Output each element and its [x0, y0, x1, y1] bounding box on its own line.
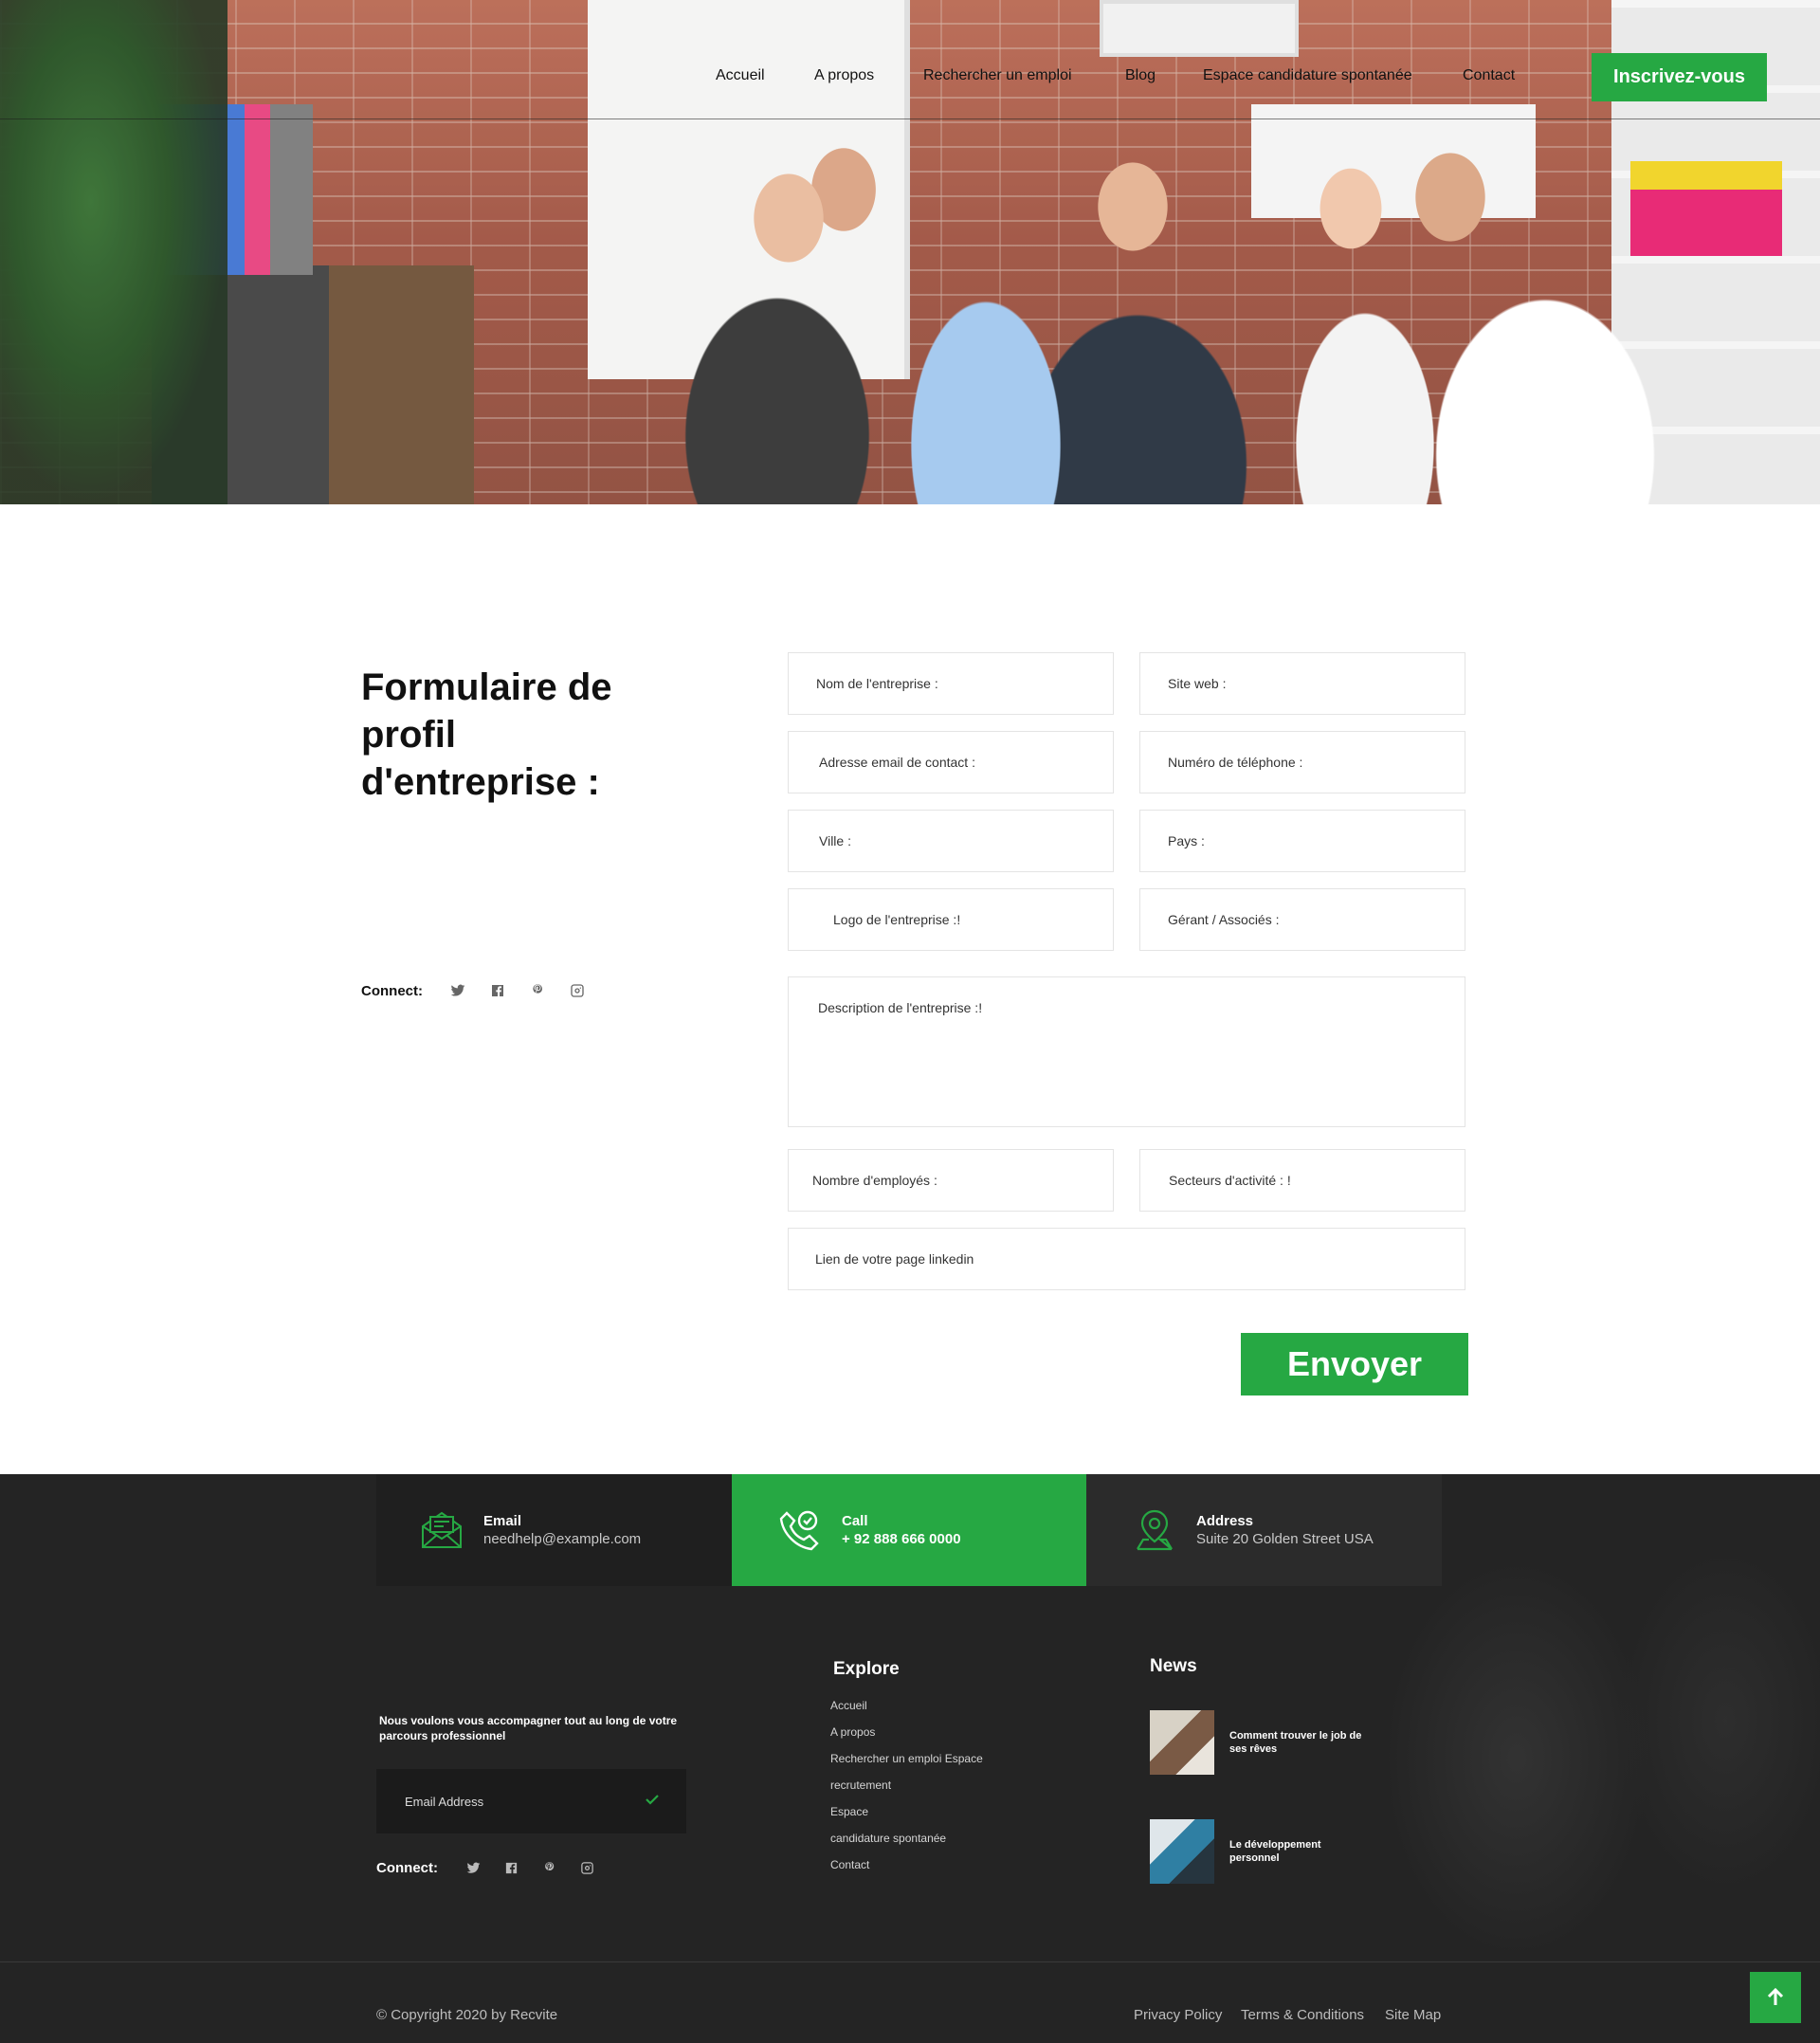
city-placeholder: Ville : — [819, 833, 851, 848]
explore-links: Accueil A propos Rechercher un emploi Es… — [830, 1697, 1039, 1883]
twitter-icon[interactable] — [463, 1858, 483, 1877]
footer-connect-label: Connect: — [376, 1859, 438, 1876]
website-field[interactable]: Site web : — [1139, 652, 1465, 715]
footer-tagline: Nous voulons vous accompagner tout au lo… — [379, 1714, 678, 1742]
employees-field[interactable]: Nombre d'employés : — [788, 1149, 1114, 1212]
city-field[interactable]: Ville : — [788, 810, 1114, 872]
contact-email-placeholder: Adresse email de contact : — [819, 755, 975, 770]
country-placeholder: Pays : — [1168, 833, 1205, 848]
connect-label: Connect: — [361, 982, 423, 999]
page-title: Formulaire de profil d'entreprise : — [361, 666, 612, 803]
nav-item-accueil[interactable]: Accueil — [716, 67, 765, 84]
news-headline[interactable]: Comment trouver le job de ses rêves — [1229, 1729, 1362, 1756]
contact-email-field[interactable]: Adresse email de contact : — [788, 731, 1114, 793]
news-headline[interactable]: Le développement personnel — [1229, 1838, 1362, 1865]
footer-divider — [0, 1961, 1820, 1962]
contact-address-title: Address — [1196, 1512, 1254, 1529]
explore-link-rechercher[interactable]: Rechercher un emploi Espace — [830, 1750, 1039, 1777]
check-icon[interactable] — [645, 1792, 660, 1807]
company-name-placeholder: Nom de l'entreprise : — [816, 676, 938, 691]
sectors-placeholder: Secteurs d'activité : ! — [1169, 1173, 1291, 1188]
employees-placeholder: Nombre d'employés : — [812, 1173, 937, 1188]
copyright: © Copyright 2020 by Recvite — [376, 2007, 558, 2023]
contact-email-value[interactable]: needhelp@example.com — [483, 1530, 641, 1548]
company-name-field[interactable]: Nom de l'entreprise : — [788, 652, 1114, 715]
explore-link-recrutement[interactable]: recrutement — [830, 1777, 1039, 1803]
facebook-icon[interactable] — [500, 1858, 521, 1877]
facebook-icon[interactable] — [487, 981, 508, 1000]
manager-field[interactable]: Gérant / Associés : — [1139, 888, 1465, 951]
contact-call-title: Call — [842, 1512, 868, 1529]
signup-button[interactable]: Inscrivez-vous — [1592, 53, 1767, 101]
newsletter-email-input[interactable]: Email Address — [376, 1769, 686, 1833]
footer-social-connect: Connect: — [376, 1858, 614, 1877]
privacy-policy-link[interactable]: Privacy Policy — [1134, 2007, 1222, 2023]
twitter-icon[interactable] — [447, 981, 468, 1000]
instagram-icon[interactable] — [567, 981, 588, 1000]
phone-field[interactable]: Numéro de téléphone : — [1139, 731, 1465, 793]
contact-call-value[interactable]: + 92 888 666 0000 — [842, 1530, 961, 1548]
linkedin-placeholder: Lien de votre page linkedin — [815, 1251, 974, 1267]
news-item[interactable]: Comment trouver le job de ses rêves — [1150, 1710, 1362, 1775]
nav-item-rechercher-emploi[interactable]: Rechercher un emploi — [923, 67, 1072, 84]
news-title: News — [1150, 1656, 1197, 1676]
country-field[interactable]: Pays : — [1139, 810, 1465, 872]
explore-link-candidature[interactable]: candidature spontanée — [830, 1830, 1039, 1856]
logo-field[interactable]: Logo de l'entreprise :! — [788, 888, 1114, 951]
newsletter-email-placeholder: Email Address — [405, 1794, 484, 1809]
website-placeholder: Site web : — [1168, 676, 1227, 691]
site-map-link[interactable]: Site Map — [1385, 2007, 1441, 2023]
terms-link[interactable]: Terms & Conditions — [1241, 2007, 1364, 2023]
linkedin-field[interactable]: Lien de votre page linkedin — [788, 1228, 1465, 1290]
nav-item-a-propos[interactable]: A propos — [814, 67, 874, 84]
explore-title: Explore — [833, 1659, 900, 1679]
explore-link-a-propos[interactable]: A propos — [830, 1724, 1039, 1750]
hero-banner — [0, 0, 1820, 504]
arrow-up-icon — [1767, 1987, 1784, 2005]
contact-email-box: Email needhelp@example.com — [376, 1474, 732, 1586]
nav-item-blog[interactable]: Blog — [1125, 67, 1156, 84]
nav-item-candidature-spontanee[interactable]: Espace candidature spontanée — [1203, 67, 1412, 84]
contact-address-box: Address Suite 20 Golden Street USA — [1086, 1474, 1442, 1586]
nav-item-contact[interactable]: Contact — [1463, 67, 1515, 84]
news-item[interactable]: Le développement personnel — [1150, 1819, 1362, 1884]
contact-email-title: Email — [483, 1512, 522, 1529]
contact-address-value: Suite 20 Golden Street USA — [1196, 1530, 1374, 1547]
pinterest-icon[interactable] — [527, 981, 548, 1000]
logo-placeholder: Logo de l'entreprise :! — [833, 912, 961, 927]
explore-link-espace[interactable]: Espace — [830, 1803, 1039, 1830]
submit-button[interactable]: Envoyer — [1241, 1333, 1468, 1395]
description-textarea[interactable]: Description de l'entreprise :! — [788, 976, 1465, 1127]
instagram-icon[interactable] — [576, 1858, 597, 1877]
pinterest-icon[interactable] — [538, 1858, 559, 1877]
location-icon — [1137, 1509, 1173, 1551]
sectors-field[interactable]: Secteurs d'activité : ! — [1139, 1149, 1465, 1212]
news-thumbnail — [1150, 1710, 1214, 1775]
phone-icon — [779, 1510, 819, 1551]
scroll-to-top-button[interactable] — [1750, 1972, 1801, 2023]
phone-placeholder: Numéro de téléphone : — [1168, 755, 1303, 770]
manager-placeholder: Gérant / Associés : — [1168, 912, 1280, 927]
explore-link-accueil[interactable]: Accueil — [830, 1697, 1039, 1724]
social-connect: Connect: — [361, 981, 607, 1000]
explore-link-contact[interactable]: Contact — [830, 1856, 1039, 1883]
news-thumbnail — [1150, 1819, 1214, 1884]
contact-call-box: Call + 92 888 666 0000 — [732, 1474, 1086, 1586]
description-placeholder: Description de l'entreprise :! — [818, 1000, 983, 1015]
email-icon — [422, 1511, 462, 1548]
